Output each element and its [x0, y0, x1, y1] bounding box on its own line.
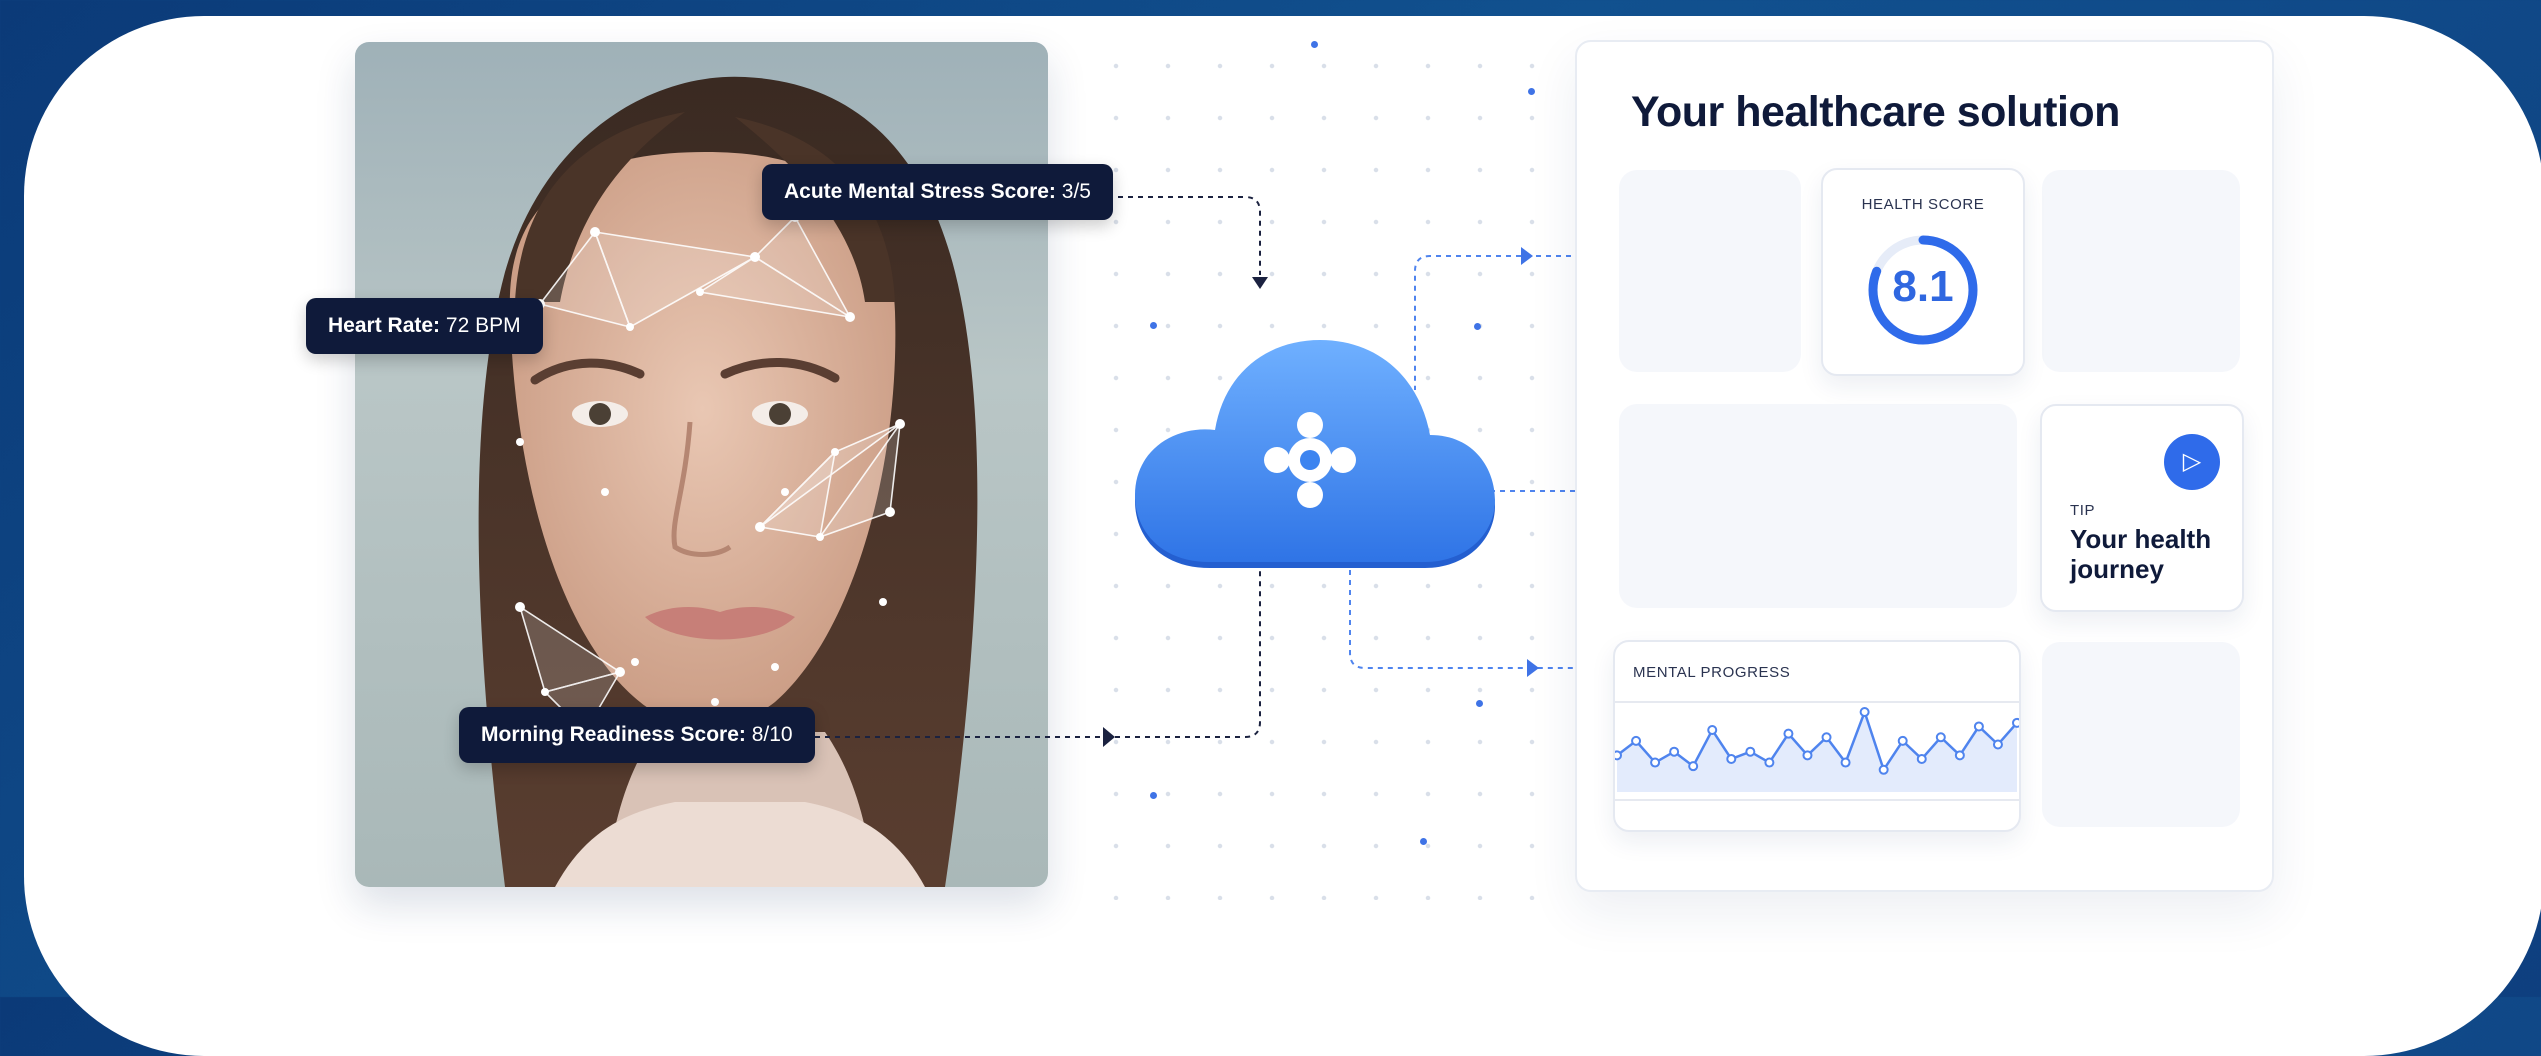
progress-point	[1688, 761, 1699, 772]
heart-value: 72 BPM	[445, 314, 521, 337]
readiness-score-tag: Morning Readiness Score: 8/10	[459, 707, 815, 763]
progress-point	[1821, 732, 1832, 743]
progress-point	[1726, 753, 1737, 764]
tip-card[interactable]: ▷ TIP Your health journey	[2040, 404, 2244, 612]
cloud-icon	[1130, 330, 1500, 575]
stress-value: 3/5	[1061, 180, 1091, 203]
accent-dot	[1311, 41, 1318, 48]
dashboard-title: Your healthcare solution	[1631, 88, 2120, 136]
heart-label: Heart Rate:	[328, 314, 441, 337]
progress-point	[1878, 764, 1889, 775]
progress-point	[1935, 732, 1946, 743]
progress-point	[1764, 757, 1775, 768]
progress-point	[1840, 757, 1851, 768]
progress-point	[1650, 757, 1661, 768]
readiness-label: Morning Readiness Score:	[481, 723, 746, 746]
readiness-value: 8/10	[751, 723, 793, 746]
progress-point	[1897, 735, 1908, 746]
stress-score-tag: Acute Mental Stress Score: 3/5	[762, 164, 1113, 220]
progress-point	[1783, 728, 1794, 739]
tip-title: Your health journey	[2070, 524, 2212, 584]
progress-point	[1802, 750, 1813, 761]
placeholder-tile	[2042, 170, 2240, 372]
progress-point	[1992, 739, 2003, 750]
play-icon[interactable]: ▷	[2164, 434, 2220, 490]
progress-point	[1916, 753, 1927, 764]
progress-point	[1973, 721, 1984, 732]
accent-dot	[1420, 838, 1427, 845]
stress-label: Acute Mental Stress Score:	[784, 180, 1056, 203]
health-score-card[interactable]: HEALTH SCORE 8.1	[1821, 168, 2025, 376]
accent-dot	[1150, 322, 1157, 329]
health-score-value: 8.1	[1892, 262, 1954, 311]
progress-point	[1954, 750, 1965, 761]
heart-rate-tag: Heart Rate: 72 BPM	[306, 298, 543, 354]
progress-point	[1745, 746, 1756, 757]
placeholder-tile	[2042, 642, 2240, 827]
progress-point	[1859, 707, 1870, 717]
accent-dot	[1528, 88, 1535, 95]
progress-point	[1707, 725, 1718, 736]
tip-label: TIP	[2070, 502, 2096, 519]
progress-point	[2012, 717, 2019, 728]
progress-point	[1615, 750, 1622, 761]
mental-progress-card[interactable]: MENTAL PROGRESS	[1613, 640, 2021, 832]
progress-point	[1669, 746, 1680, 757]
accent-dot	[1150, 792, 1157, 799]
healthcare-dashboard: Your healthcare solution HEALTH SCORE 8.…	[1575, 40, 2274, 892]
progress-point	[1631, 735, 1642, 746]
mental-progress-chart	[1615, 701, 2019, 801]
accent-dot	[1474, 323, 1481, 330]
placeholder-tile	[1619, 170, 1801, 372]
health-score-label: HEALTH SCORE	[1861, 196, 1985, 213]
accent-dot	[1476, 700, 1483, 707]
placeholder-tile	[1619, 404, 2017, 608]
